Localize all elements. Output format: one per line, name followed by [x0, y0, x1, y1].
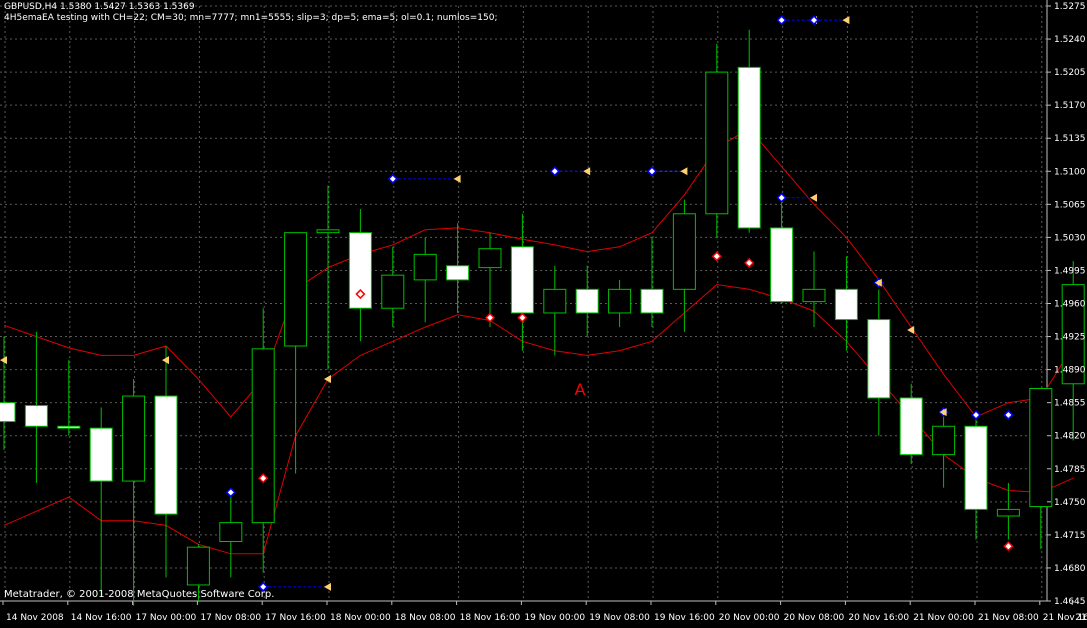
candle-body — [413, 253, 437, 281]
y-tick-label: 1.4960 — [1054, 300, 1086, 310]
y-tick-label: 1.5240 — [1054, 35, 1086, 45]
symbol-info: GBPUSD,H4 1.5380 1.5427 1.5363 1.5369 — [4, 2, 195, 12]
y-tick-label: 1.4715 — [1054, 531, 1086, 541]
y-tick-label: 1.5065 — [1054, 200, 1086, 210]
candle-body — [608, 288, 632, 314]
x-tick-label: 17 Nov 00:00 — [136, 613, 197, 623]
x-tick-label: 21 Nov 00:00 — [913, 613, 974, 623]
indicator-info: 4H5emaEA testing with CH=22; CM=30; mn=7… — [4, 13, 498, 23]
y-tick-label: 1.5135 — [1054, 134, 1086, 144]
x-tick-label: 18 Nov 08:00 — [395, 613, 456, 623]
x-tick-label: 14 Nov 2008 — [6, 613, 64, 623]
chart-window[interactable]: 1.5275 1.5240 1.5205 1.5170 1.5135 1.5100 1.50… — [0, 0, 1087, 624]
candle-body — [834, 288, 858, 321]
candle-body — [89, 427, 113, 482]
y-tick-label: 1.4750 — [1054, 498, 1086, 508]
x-tick-label: 20 Nov 08:00 — [784, 613, 845, 623]
candle-body — [899, 397, 923, 456]
x-tick-label: 19 Nov 16:00 — [654, 613, 715, 623]
x-tick-label: 14 Nov 16:00 — [71, 613, 132, 623]
annotation-label: A — [575, 380, 586, 399]
x-tick-label: 18 Nov 16:00 — [460, 613, 521, 623]
y-tick-label: 1.5205 — [1054, 68, 1086, 78]
y-tick-label: 1.4925 — [1054, 333, 1086, 343]
candle-body — [575, 288, 599, 314]
candle-body — [284, 232, 308, 347]
y-tick-label: 1.4645 — [1054, 597, 1086, 607]
candle-body — [154, 395, 178, 515]
candle-body — [186, 546, 210, 586]
x-tick-label: 17 Nov 16:00 — [265, 613, 326, 623]
y-tick-label: 1.4785 — [1054, 465, 1086, 475]
candle-body — [996, 508, 1020, 517]
candle-body — [219, 522, 243, 542]
candle-body — [251, 348, 275, 524]
y-tick-label: 1.5100 — [1054, 167, 1086, 177]
candle-body — [737, 66, 761, 229]
candle-body — [24, 405, 48, 427]
y-tick-label: 1.4820 — [1054, 432, 1086, 442]
candle-body — [478, 248, 502, 269]
copyright-note: Metatrader, © 2001-2008 MetaQuotes Softw… — [4, 589, 275, 600]
y-tick-label: 1.5275 — [1054, 2, 1086, 12]
candle-body — [964, 425, 988, 510]
x-tick-label: 19 Nov 08:00 — [589, 613, 650, 623]
y-tick-label: 1.5170 — [1054, 101, 1086, 111]
candle-body — [1029, 388, 1053, 508]
candle-body — [122, 395, 146, 482]
x-tick-label: 17 Nov 08:00 — [200, 613, 261, 623]
candle-body — [57, 425, 81, 429]
candle-body — [867, 319, 891, 399]
candle-body — [932, 425, 956, 456]
y-tick-label: 1.5030 — [1054, 233, 1086, 243]
candle-body — [770, 227, 794, 303]
candle-body — [316, 229, 340, 234]
x-tick-label: 21 Nov 08:00 — [1075, 613, 1087, 623]
y-tick-label: 1.4855 — [1054, 399, 1086, 409]
y-tick-label: 1.4995 — [1054, 266, 1086, 276]
x-tick-label: 20 Nov 00:00 — [719, 613, 780, 623]
x-tick-label: 21 Nov 08:00 — [978, 613, 1039, 623]
x-tick-label: 20 Nov 16:00 — [848, 613, 909, 623]
x-tick-label: 19 Nov 00:00 — [524, 613, 585, 623]
y-tick-label: 1.4680 — [1054, 564, 1086, 574]
candle-body — [640, 288, 664, 314]
candle-body — [381, 274, 405, 309]
x-tick-label: 18 Nov 00:00 — [330, 613, 391, 623]
candle-body — [705, 71, 729, 215]
price-chart[interactable]: 1.5275 1.5240 1.5205 1.5170 1.5135 1.5100 1.50… — [0, 0, 1087, 624]
candle-body — [446, 265, 470, 281]
candle-body — [0, 402, 16, 423]
candle-body — [802, 288, 826, 303]
y-tick-label: 1.4890 — [1054, 366, 1086, 376]
candle-body — [672, 213, 696, 290]
candle-body — [510, 246, 534, 314]
candle-body — [543, 288, 567, 314]
